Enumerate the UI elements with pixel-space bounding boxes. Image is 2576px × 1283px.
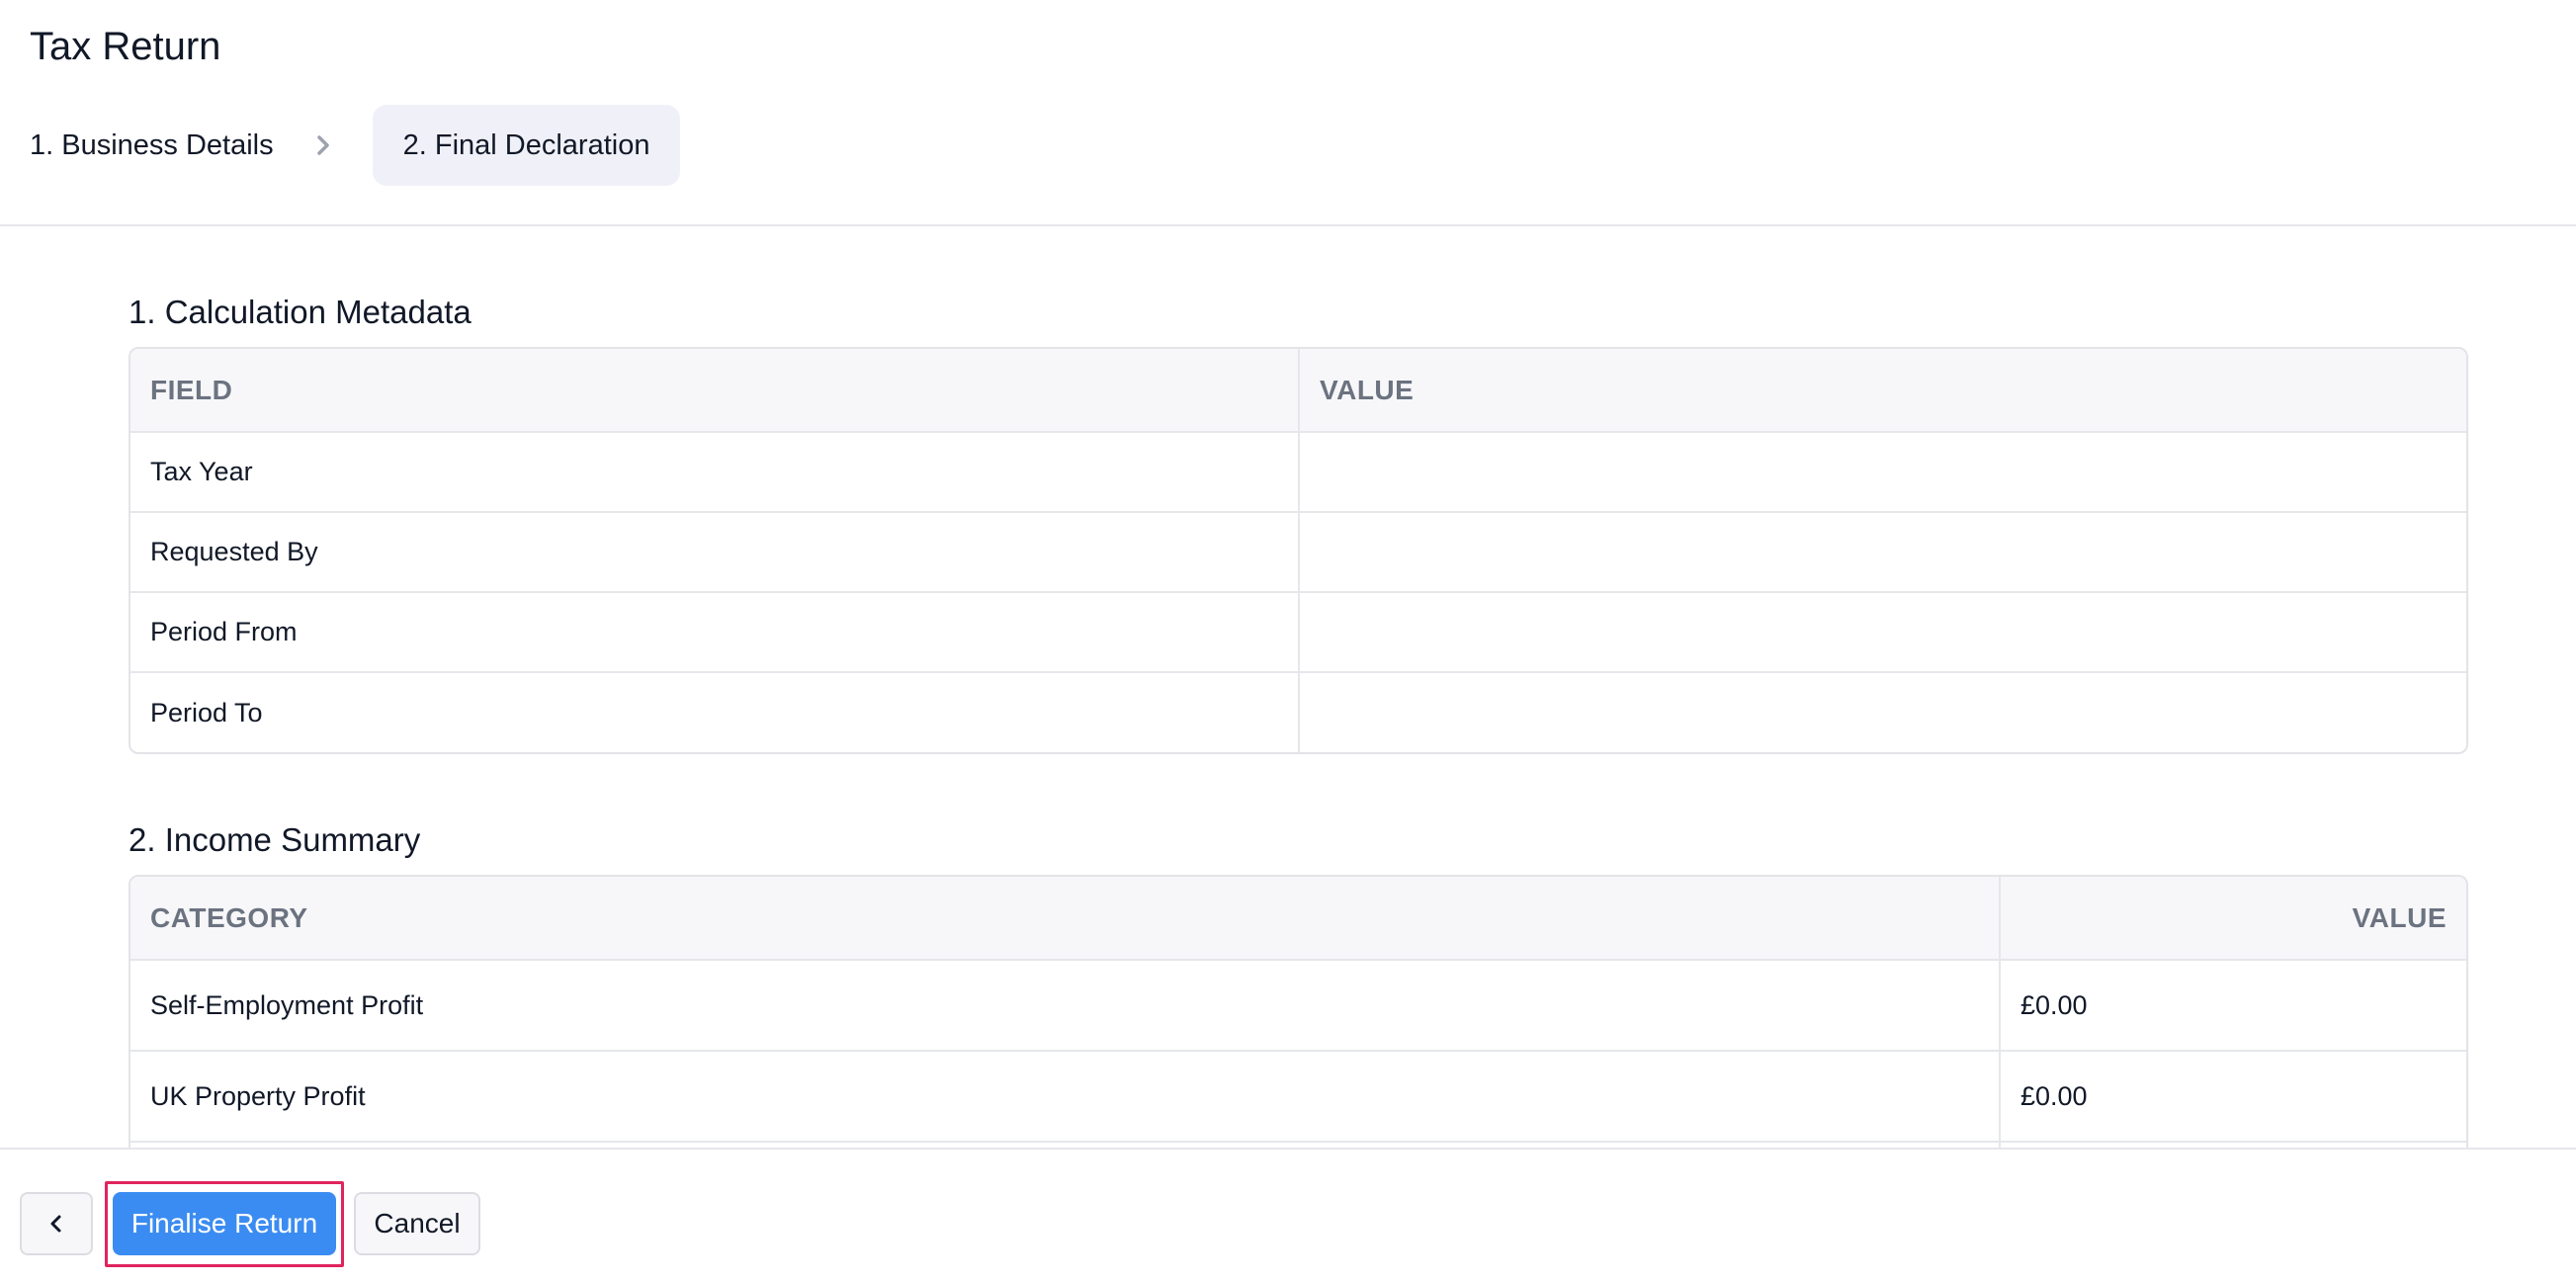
table-header-row: CATEGORY VALUE [130,877,2466,961]
column-header-value: VALUE [1299,349,2466,433]
page-header: Tax Return 1. Business Details 2. Final … [0,0,2576,226]
value-cell [1299,432,2466,513]
chevron-left-icon [47,1212,65,1236]
column-header-category: CATEGORY [130,877,2001,961]
page-title: Tax Return [30,25,221,68]
table-row: Tax Year [130,432,2466,513]
value-cell: £0.00 [2000,1051,2466,1143]
category-cell: UK Property Profit [130,1051,2001,1143]
table-row: Period From [130,592,2466,673]
finalise-return-button[interactable]: Finalise Return [113,1192,336,1255]
field-cell: Requested By [130,512,1300,593]
value-cell [1299,592,2466,673]
tax-return-page: Tax Return 1. Business Details 2. Final … [0,0,2576,1283]
cancel-button[interactable]: Cancel [354,1192,480,1255]
chevron-right-icon [274,105,373,186]
field-cell: Period From [130,592,1300,673]
table-header-row: FIELD VALUE [130,349,2466,433]
value-cell: £0.00 [2000,960,2466,1052]
table-row: Period To [130,672,2466,752]
field-cell: Tax Year [130,432,1300,513]
section-title-metadata: 1. Calculation Metadata [129,294,472,330]
table-row: UK Property Profit £0.00 [130,1051,2466,1143]
step-business-details[interactable]: 1. Business Details [30,105,274,186]
value-cell [1299,672,2466,752]
income-table: CATEGORY VALUE Self-Employment Profit £0… [129,875,2468,1148]
metadata-table: FIELD VALUE Tax Year Requested By Period… [129,347,2468,754]
table-row: Requested By [130,512,2466,593]
back-button[interactable] [20,1192,93,1255]
table-row: Self-Employment Profit £0.00 [130,960,2466,1052]
stepper: 1. Business Details 2. Final Declaration [30,105,681,186]
main-content: 1. Calculation Metadata FIELD VALUE Tax … [0,226,2576,1148]
action-footer: Finalise Return Cancel [0,1148,2576,1283]
step-final-declaration[interactable]: 2. Final Declaration [372,105,681,186]
column-header-field: FIELD [130,349,1300,433]
column-header-value: VALUE [2000,877,2466,961]
field-cell: Period To [130,672,1300,752]
value-cell [1299,512,2466,593]
section-title-income: 2. Income Summary [129,821,421,858]
category-cell: Self-Employment Profit [130,960,2001,1052]
